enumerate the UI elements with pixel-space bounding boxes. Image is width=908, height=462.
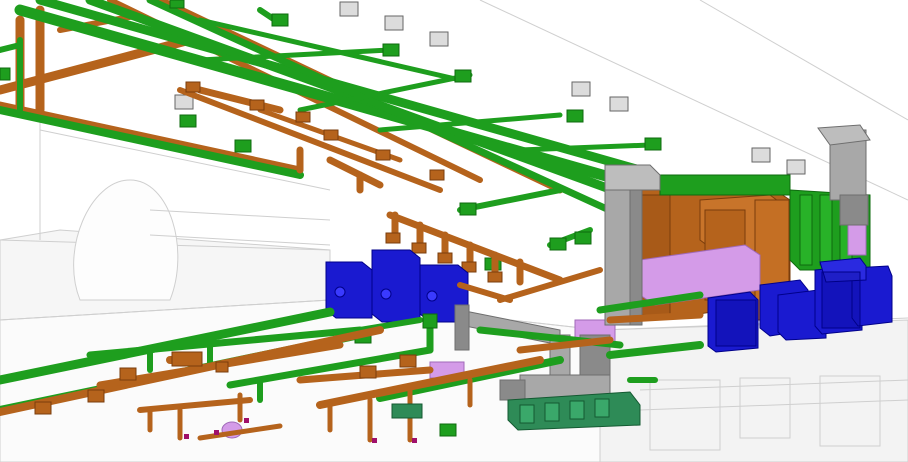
mep-3d-viewport[interactable] bbox=[0, 0, 908, 462]
